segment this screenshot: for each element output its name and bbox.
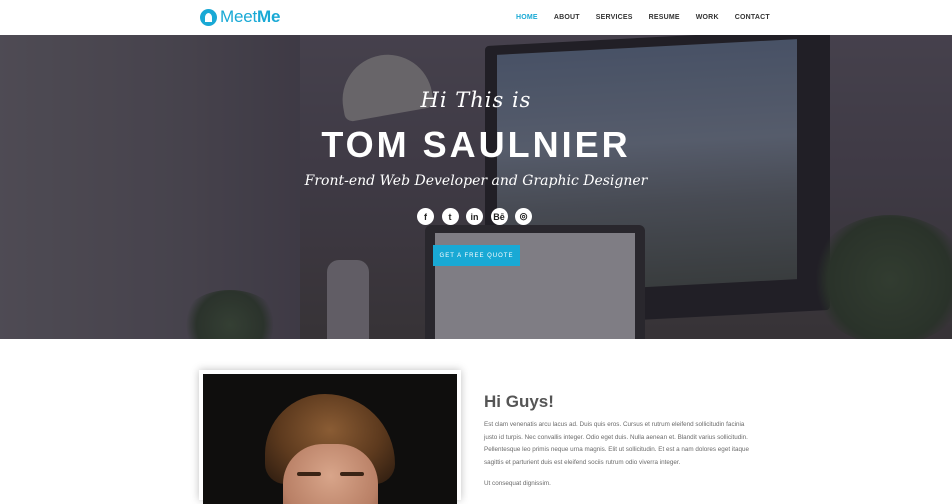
top-navbar: MeetMe HOME ABOUT SERVICES RESUME WORK C… (0, 0, 952, 35)
facebook-icon[interactable]: f (417, 208, 434, 225)
photo-brow-left (297, 472, 321, 476)
nav-item-about[interactable]: ABOUT (554, 14, 580, 21)
hero-name: TOM SAULNIER (321, 124, 631, 165)
linkedin-icon[interactable]: in (466, 208, 483, 225)
hero-role: Front-end Web Developer and Graphic Desi… (304, 173, 648, 189)
hero-section: Hi This is TOM SAULNIER Front-end Web De… (0, 35, 952, 339)
about-title: Hi Guys! (484, 392, 554, 411)
hero-greeting: Hi This is (420, 88, 532, 112)
free-quote-button[interactable]: GET A FREE QUOTE (433, 245, 520, 266)
nav-item-home[interactable]: HOME (516, 14, 538, 21)
main-menu: HOME ABOUT SERVICES RESUME WORK CONTACT (508, 0, 778, 35)
nav-item-work[interactable]: WORK (696, 14, 719, 21)
nav-item-resume[interactable]: RESUME (649, 14, 680, 21)
brand-name-light: Meet (220, 7, 257, 26)
profile-photo (203, 374, 457, 504)
twitter-icon[interactable]: t (441, 208, 459, 225)
brand-name-bold: Me (257, 7, 281, 26)
about-section: Hi Guys! Est clam venenatis arcu lacus a… (0, 339, 952, 504)
brand-logo[interactable]: MeetMe (200, 7, 280, 27)
social-links: f t in Bē ◎ (417, 208, 540, 225)
brand-name: MeetMe (220, 7, 280, 27)
dribbble-icon[interactable]: ◎ (515, 208, 532, 225)
about-paragraph-2: Ut consequat dignissim. (484, 480, 551, 487)
photo-brow-right (340, 472, 364, 476)
nav-item-contact[interactable]: CONTACT (735, 14, 770, 21)
nav-item-services[interactable]: SERVICES (596, 14, 633, 21)
about-paragraph: Est clam venenatis arcu lacus ad. Duis q… (484, 421, 749, 466)
profile-photo-frame (199, 370, 461, 504)
logo-icon (200, 8, 217, 26)
behance-icon[interactable]: Bē (490, 208, 508, 225)
